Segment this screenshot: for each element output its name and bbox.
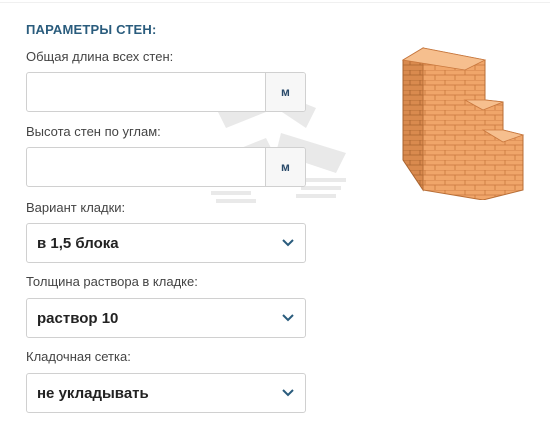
section-title: ПАРАМЕТРЫ СТЕН:	[26, 22, 157, 37]
mortar-thickness-select[interactable]: раствор 10	[26, 298, 306, 338]
wall-height-input[interactable]	[27, 148, 265, 186]
wall-height-unit: м	[265, 148, 305, 186]
chevron-down-icon	[282, 314, 294, 322]
masonry-mesh-select[interactable]: не укладывать	[26, 373, 306, 413]
wall-length-label: Общая длина всех стен:	[26, 49, 174, 64]
masonry-mesh-value: не укладывать	[37, 384, 149, 402]
wall-height-group: м	[26, 147, 306, 187]
chevron-down-icon	[282, 389, 294, 397]
chevron-down-icon	[282, 239, 294, 247]
masonry-variant-value: в 1,5 блока	[37, 234, 119, 252]
mortar-thickness-value: раствор 10	[37, 309, 119, 327]
brick-wall-icon	[401, 47, 525, 200]
wall-length-unit: м	[265, 73, 305, 111]
masonry-variant-select[interactable]: в 1,5 блока	[26, 223, 306, 263]
masonry-mesh-label: Кладочная сетка:	[26, 349, 131, 364]
wall-length-group: м	[26, 72, 306, 112]
masonry-variant-label: Вариант кладки:	[26, 200, 126, 215]
wall-length-input[interactable]	[27, 73, 265, 111]
mortar-thickness-label: Толщина раствора в кладке:	[26, 274, 198, 289]
top-divider	[0, 2, 550, 3]
wall-height-label: Высота стен по углам:	[26, 124, 161, 139]
